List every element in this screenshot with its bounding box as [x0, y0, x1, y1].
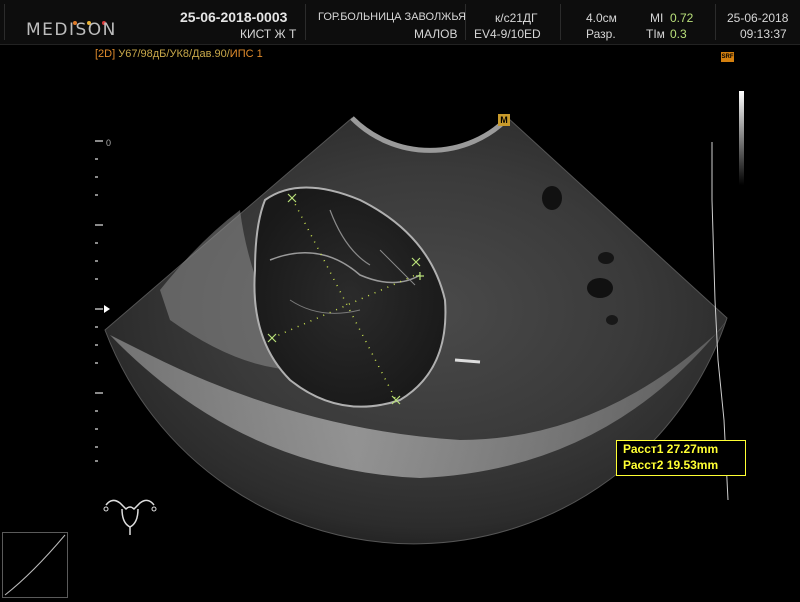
measurement-panel: Расст1 27.27mm Расст2 19.53mm [616, 440, 746, 476]
gamma-curve-icon [4, 534, 66, 596]
header-divider [4, 4, 5, 40]
measurement-1-value: 27.27mm [666, 442, 719, 456]
param-settings: У67/98дБ/УК8/Дав.90/ [118, 48, 230, 60]
study-id: 25-06-2018-0003 [180, 9, 288, 25]
measurement-2: Расст2 19.53mm [617, 457, 745, 473]
hospital-name: ГОР.БОЛЬНИЦА ЗАВОЛЖЬЯ [318, 11, 466, 23]
uterus-bodymark-icon [103, 499, 157, 535]
measurement-1-label: Расст1 [623, 442, 664, 456]
measurement-2-value: 19.53mm [666, 458, 719, 472]
exam-preset: к/с21ДГ [495, 11, 538, 25]
header-divider [715, 4, 716, 40]
tim-label: TIм [646, 27, 665, 41]
header-divider [560, 4, 561, 40]
gamma-curve-box [2, 532, 68, 598]
grayscale-bar [739, 91, 744, 185]
depth-scale-zero: 0 [106, 138, 112, 148]
mi-value: 0.72 [670, 11, 694, 25]
srf-icon: SRF [721, 52, 734, 62]
header-bar: MEDISON 25-06-2018-0003 КИСТ Ж Т ГОР.БОЛ… [0, 0, 800, 45]
tim-value: 0.3 [670, 27, 687, 41]
header-divider [305, 4, 306, 40]
brand-logo: MEDISON [26, 20, 117, 40]
exam-date: 25-06-2018 [727, 11, 789, 25]
imaging-params: [2D] У67/98дБ/УК8/Дав.90/ИПС 1 [95, 48, 263, 60]
ips-tag: ИПС 1 [229, 48, 263, 60]
probe-name: EV4-9/10ED [474, 27, 541, 41]
orientation-marker-icon: M [498, 114, 510, 126]
diagnosis-label: КИСТ Ж Т [240, 27, 297, 41]
measurement-2-label: Расст2 [623, 458, 664, 472]
mi-label: MI [650, 11, 664, 25]
focus-marker-icon[interactable] [104, 305, 110, 313]
depth-value: 4.0см [586, 11, 617, 25]
exam-time: 09:13:37 [740, 27, 787, 41]
patient-name: МАЛОВ [414, 27, 458, 41]
measurement-1: Расст1 27.27mm [617, 441, 745, 457]
resolution-label: Разр. [586, 27, 616, 41]
mode-tag: [2D] [95, 48, 116, 60]
